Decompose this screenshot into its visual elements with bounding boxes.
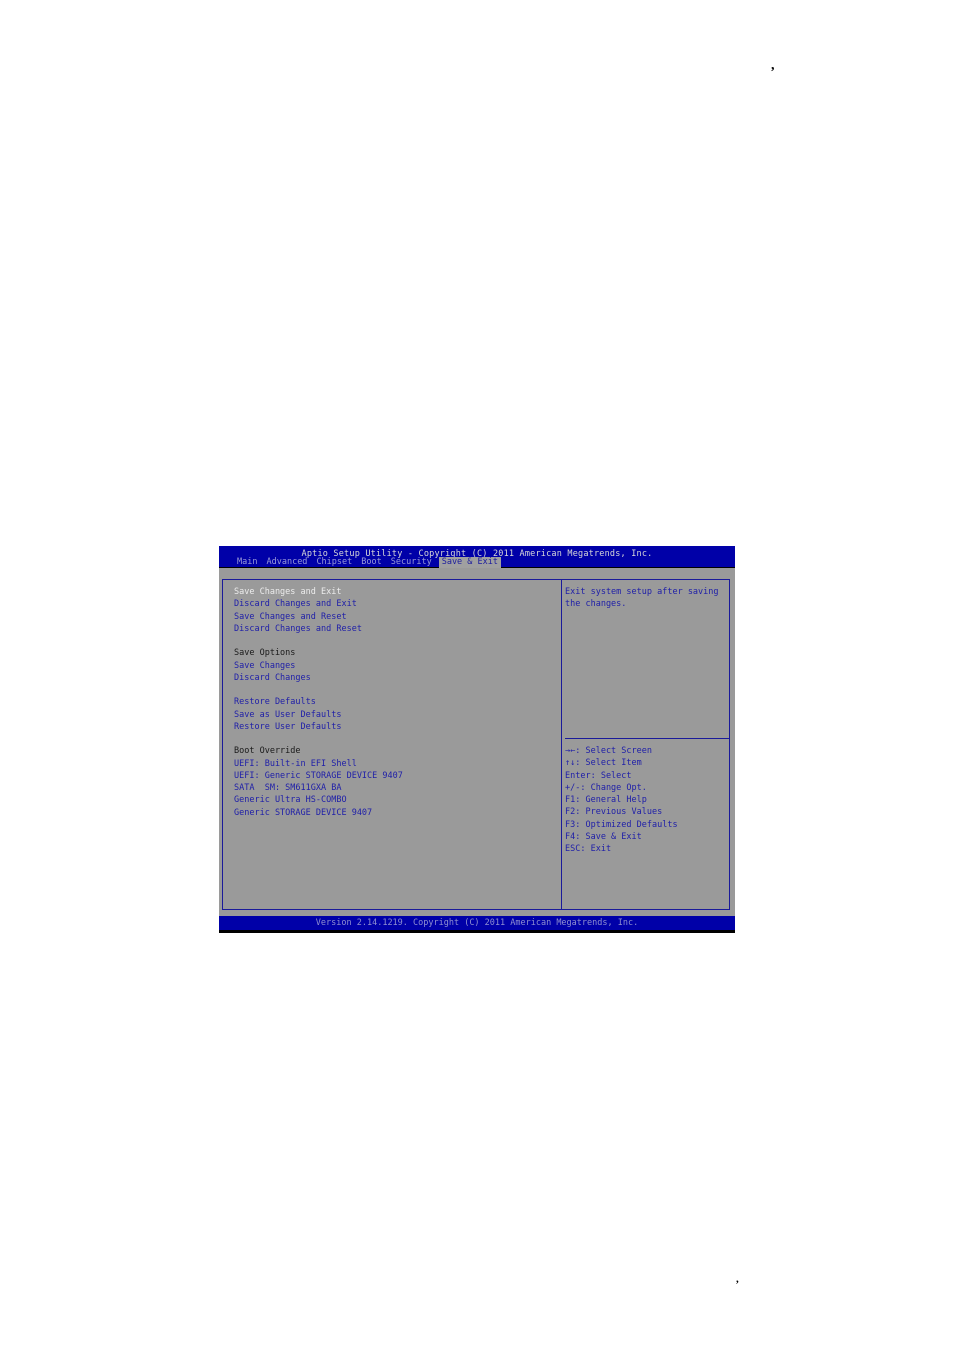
bios-tab-bar: Main Advanced Chipset Boot Security Save… (235, 557, 501, 568)
page-mark-comma-top: , (771, 58, 775, 73)
boot-override-item[interactable]: Generic Ultra HS-COMBO (234, 794, 403, 806)
key-help-f4: F4: Save & Exit (565, 831, 642, 842)
menu-spacer (234, 684, 403, 696)
tab-boot[interactable]: Boot (359, 557, 383, 568)
boot-override-item[interactable]: UEFI: Built-in EFI Shell (234, 758, 403, 770)
tab-main[interactable]: Main (235, 557, 259, 568)
menu-item-discard-changes-and-reset[interactable]: Discard Changes and Reset (234, 623, 403, 635)
bios-setup-screenshot: Aptio Setup Utility - Copyright (C) 2011… (219, 546, 735, 933)
menu-item-restore-defaults[interactable]: Restore Defaults (234, 696, 403, 708)
boot-override-item[interactable]: SATA SM: SM611GXA BA (234, 782, 403, 794)
tab-security[interactable]: Security (389, 557, 434, 568)
menu-item-save-as-user-defaults[interactable]: Save as User Defaults (234, 709, 403, 721)
key-help-change-opt: +/-: Change Opt. (565, 782, 647, 793)
bios-version-text: Version 2.14.1219. Copyright (C) 2011 Am… (315, 918, 639, 928)
key-help-enter: Enter: Select (565, 770, 632, 781)
key-help-select-screen: →←: Select Screen (565, 746, 652, 756)
key-help-esc: ESC: Exit (565, 844, 612, 854)
key-help-f3: F3: Optimized Defaults (565, 819, 678, 830)
bios-footer-bar: Version 2.14.1219. Copyright (C) 2011 Am… (219, 916, 735, 930)
tab-save-and-exit[interactable]: Save & Exit (438, 557, 501, 568)
menu-spacer (234, 635, 403, 647)
key-help-f2: F2: Previous Values (565, 807, 663, 818)
menu-item-save-changes-and-exit[interactable]: Save Changes and Exit (234, 586, 403, 598)
menu-item-save-changes[interactable]: Save Changes (234, 660, 403, 672)
menu-item-discard-changes-and-exit[interactable]: Discard Changes and Exit (234, 598, 403, 610)
menu-item-restore-user-defaults[interactable]: Restore User Defaults (234, 721, 403, 733)
bios-title-bar: Aptio Setup Utility - Copyright (C) 2011… (219, 546, 735, 568)
item-help-text: Exit system setup after saving the chang… (565, 587, 719, 610)
bios-menu-list: Save Changes and Exit Discard Changes an… (234, 586, 403, 819)
menu-item-save-changes-and-reset[interactable]: Save Changes and Reset (234, 611, 403, 623)
help-divider (565, 738, 729, 739)
key-help-select-item: ↑↓: Select Item (565, 758, 642, 769)
bios-main-panel: Save Changes and Exit Discard Changes an… (219, 568, 735, 916)
boot-override-item[interactable]: UEFI: Generic STORAGE DEVICE 9407 (234, 770, 403, 782)
menu-item-discard-changes[interactable]: Discard Changes (234, 672, 403, 684)
boot-override-item[interactable]: Generic STORAGE DEVICE 9407 (234, 807, 403, 819)
panel-vertical-divider (561, 579, 562, 910)
key-help-f1: F1: General Help (565, 795, 647, 805)
tab-advanced[interactable]: Advanced (264, 557, 309, 568)
section-header-save-options: Save Options (234, 648, 296, 659)
bios-bottom-border (219, 930, 735, 933)
key-help-legend: →←: Select Screen ↑↓: Select Item Enter:… (565, 745, 678, 855)
section-header-boot-override: Boot Override (234, 746, 301, 757)
menu-spacer (234, 733, 403, 745)
page-mark-comma-bottom: , (736, 1273, 739, 1285)
tab-chipset[interactable]: Chipset (314, 557, 354, 568)
